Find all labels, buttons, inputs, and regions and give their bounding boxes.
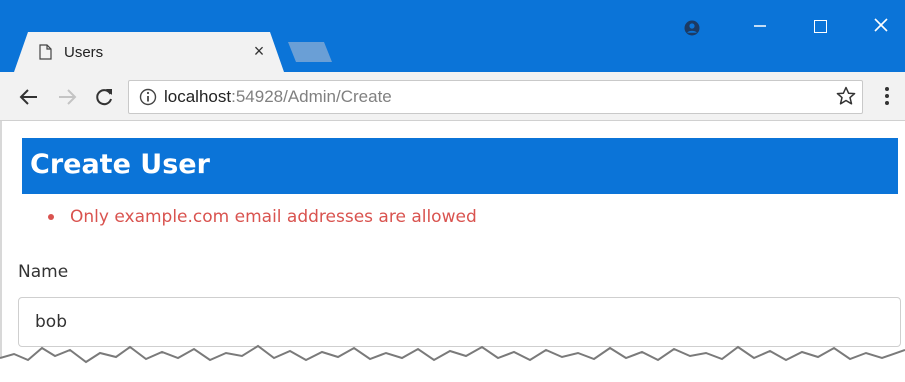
url-host: localhost [164,87,232,106]
minimize-icon[interactable] [752,18,768,34]
profile-icon[interactable] [684,20,700,36]
maximize-icon[interactable] [814,20,827,33]
info-icon[interactable] [139,88,157,106]
validation-summary: Only example.com email addresses are all… [48,205,477,229]
browser-window: Users × localhost:54928/Admin/Create Cre… [0,0,905,382]
validation-error-text: Only example.com email addresses are all… [70,207,477,227]
star-icon[interactable] [836,86,856,106]
reload-icon[interactable] [93,86,115,108]
torn-edge [0,344,905,382]
tab-users[interactable] [14,32,284,72]
tab-close-button[interactable]: × [250,42,268,60]
tab-title: Users [64,44,104,61]
page-title: Create User [30,149,210,180]
name-label: Name [18,262,69,282]
url-text[interactable]: localhost:54928/Admin/Create [164,87,392,107]
url-path: :54928/Admin/Create [231,87,392,106]
forward-arrow-icon[interactable] [56,86,78,108]
bullet-icon [48,214,54,220]
validation-error: Only example.com email addresses are all… [48,205,477,229]
back-arrow-icon[interactable] [18,86,40,108]
close-icon[interactable] [872,16,890,34]
kebab-menu-icon[interactable] [884,86,890,106]
page-edge [0,121,2,361]
document-icon [39,44,52,60]
